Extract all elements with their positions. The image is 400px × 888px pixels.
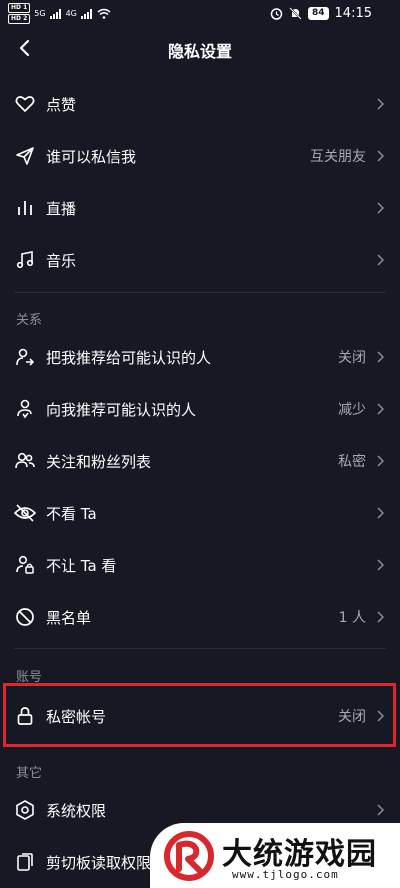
row-messages[interactable]: 谁可以私信我 互关朋友: [0, 130, 400, 182]
page-title: 隐私设置: [167, 42, 232, 61]
row-label: 不看 Ta: [46, 504, 97, 523]
heart-icon: [14, 93, 36, 115]
row-label: 点赞: [46, 95, 77, 114]
row-value: 1 人: [338, 610, 366, 626]
signal-icon-2: [80, 8, 92, 19]
row-label: 向我推荐可能认识的人: [46, 400, 197, 419]
row-label: 黑名单: [46, 608, 92, 627]
row-label: 系统权限: [46, 801, 107, 820]
chevron-right-icon: [374, 610, 386, 624]
row-label: 剪切板读取权限: [46, 853, 152, 872]
row-value: 减少: [338, 402, 366, 418]
chevron-right-icon: [374, 454, 386, 468]
status-bar: HD 1 HD 2 5G 4G 84 14:15: [0, 0, 400, 30]
row-label: 直播: [46, 199, 77, 218]
row-follow-list[interactable]: 关注和粉丝列表 私密: [0, 435, 400, 487]
row-music[interactable]: 音乐: [0, 234, 400, 286]
hd2-badge: HD 2: [8, 14, 31, 24]
row-label: 关注和粉丝列表: [46, 452, 152, 471]
row-hide-from[interactable]: 不让 Ta 看: [0, 539, 400, 591]
chevron-right-icon: [374, 149, 386, 163]
user-share-icon: [14, 346, 36, 368]
row-recommend-to-me[interactable]: 向我推荐可能认识的人 减少: [0, 383, 400, 435]
alarm-icon: [270, 8, 283, 20]
row-value: 私密: [338, 454, 366, 470]
row-blacklist[interactable]: 黑名单 1 人: [0, 591, 400, 643]
nav-bar: 隐私设置: [0, 30, 400, 66]
section-label-relations: 关系: [16, 313, 43, 328]
row-label: 音乐: [46, 251, 77, 270]
row-label: 不让 Ta 看: [46, 556, 117, 575]
network-4g: 4G: [65, 9, 77, 18]
signal-icon: [49, 8, 61, 19]
clipboard-icon: [14, 851, 36, 873]
row-hide-them[interactable]: 不看 Ta: [0, 487, 400, 539]
highlight-box: [3, 683, 396, 747]
battery-indicator: 84: [308, 7, 329, 20]
user-lock-icon: [14, 554, 36, 576]
row-label: 谁可以私信我: [46, 147, 137, 166]
hd1-badge: HD 1: [8, 3, 31, 13]
row-likes[interactable]: 点赞: [0, 78, 400, 130]
users-icon: [14, 450, 36, 472]
divider: [14, 292, 386, 293]
section-label-other: 其它: [16, 766, 43, 781]
block-icon: [14, 606, 36, 628]
row-value: 关闭: [338, 350, 366, 366]
send-icon: [14, 145, 36, 167]
music-note-icon: [14, 249, 36, 271]
watermark: 大统游戏园 www.tjlogo.com: [150, 823, 400, 888]
chevron-right-icon: [374, 402, 386, 416]
row-label: 把我推荐给可能认识的人: [46, 348, 212, 367]
chevron-right-icon: [374, 350, 386, 364]
clock: 14:15: [334, 6, 372, 21]
row-recommend-me[interactable]: 把我推荐给可能认识的人 关闭: [0, 331, 400, 383]
wifi-icon: [97, 8, 111, 19]
bars-icon: [14, 197, 36, 219]
chevron-right-icon: [374, 253, 386, 267]
chevron-right-icon: [374, 803, 386, 817]
user-receive-icon: [14, 398, 36, 420]
hexagon-settings-icon: [14, 799, 36, 821]
chevron-right-icon: [374, 558, 386, 572]
status-right: 84 14:15: [270, 6, 372, 21]
row-live[interactable]: 直播: [0, 182, 400, 234]
chevron-right-icon: [374, 506, 386, 520]
watermark-title: 大统游戏园: [222, 837, 377, 872]
network-5g: 5G: [34, 9, 46, 18]
chevron-right-icon: [374, 201, 386, 215]
network-indicators: HD 1 HD 2 5G 4G: [8, 3, 111, 24]
watermark-logo: [164, 831, 214, 881]
divider: [14, 648, 386, 649]
watermark-url: www.tjlogo.com: [232, 868, 339, 881]
eye-off-icon: [14, 502, 36, 524]
mute-bell-icon: [289, 7, 302, 20]
row-value: 互关朋友: [310, 149, 366, 165]
chevron-right-icon: [374, 97, 386, 111]
